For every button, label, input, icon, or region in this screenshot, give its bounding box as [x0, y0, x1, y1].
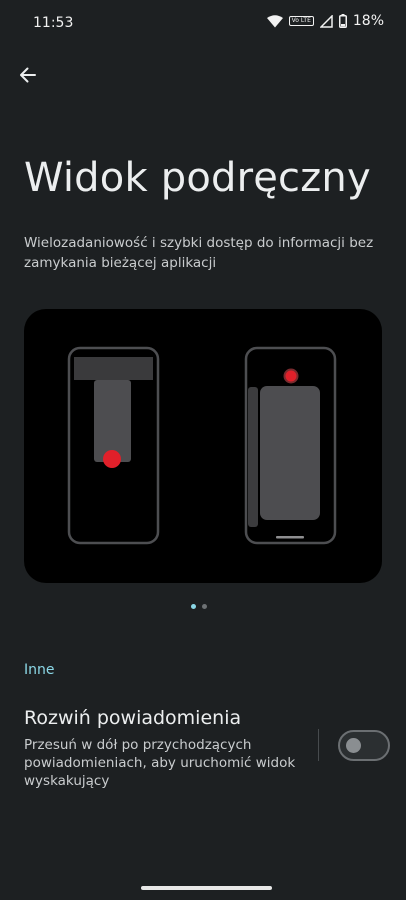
phone-right-illustration [244, 346, 337, 545]
arrow-left-icon [20, 67, 36, 83]
status-icons: Vo LTE 18% [266, 13, 384, 29]
wifi-icon [266, 14, 283, 27]
setting-subtitle[interactable]: Przesuń w dół po przychodzących powiadom… [24, 736, 304, 790]
page-dot[interactable] [202, 604, 207, 609]
page-title: Widok podręczny [24, 155, 371, 201]
divider [318, 729, 319, 761]
battery-icon [338, 14, 347, 28]
toggle-knob [346, 738, 361, 753]
back-button[interactable] [14, 61, 42, 89]
status-bar: 11:53 Vo LTE 18% [0, 0, 406, 46]
page-description: Wielozadaniowość i szybki dostęp do info… [24, 235, 374, 271]
page-indicator [191, 604, 207, 609]
battery-percent: 18% [352, 13, 384, 29]
setting-title[interactable]: Rozwiń powiadomienia [24, 707, 241, 729]
page-dot-active[interactable] [191, 604, 196, 609]
illustration [67, 346, 337, 545]
signal-icon [319, 14, 333, 28]
volte-icon: Vo LTE [288, 16, 314, 26]
expand-notifications-toggle[interactable] [338, 730, 390, 761]
gesture-nav-bar[interactable] [141, 886, 272, 890]
section-header: Inne [24, 662, 55, 678]
illustration-card[interactable] [24, 309, 382, 583]
phone-left-illustration [67, 346, 160, 545]
status-time: 11:53 [33, 15, 74, 31]
